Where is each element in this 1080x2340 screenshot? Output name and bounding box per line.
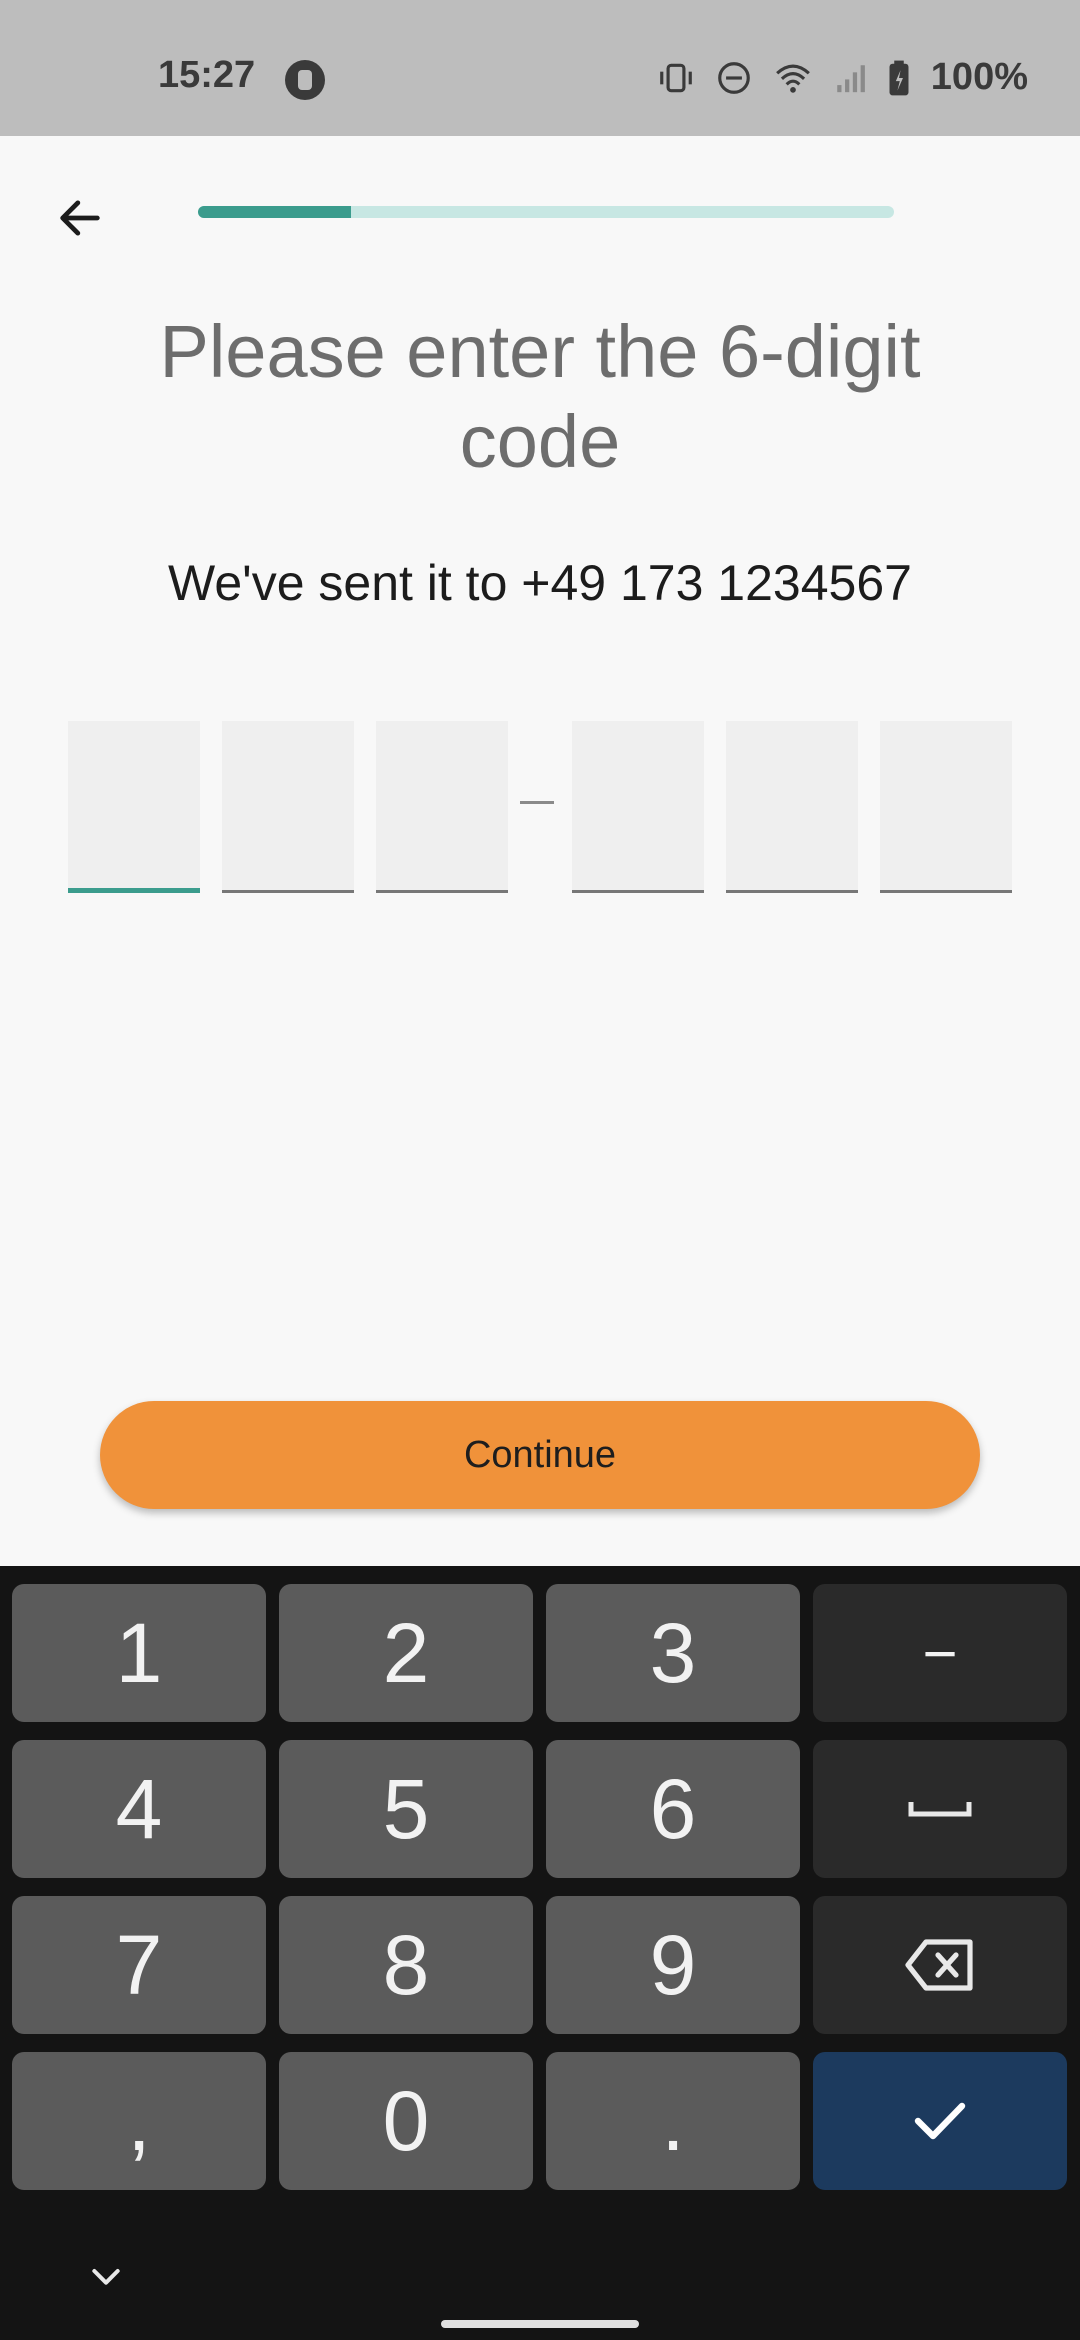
arrow-left-icon [60,200,100,236]
status-time: 15:27 [158,54,256,96]
status-bar: 15:27 100% [0,0,1080,136]
code-digit-6[interactable] [880,721,1012,893]
key-backspace[interactable] [813,1896,1067,2034]
continue-button[interactable]: Continue [100,1401,980,1509]
backspace-icon [905,1939,973,1991]
wifi-icon [773,59,813,97]
code-digit-2[interactable] [222,721,354,893]
space-icon [908,1802,972,1817]
key-1[interactable]: 1 [12,1584,266,1722]
signal-icon [833,59,867,97]
progress-bar [198,206,894,218]
battery-percent: 100% [930,56,1028,98]
app-notification-icon [285,60,325,100]
code-input-group [68,721,1013,896]
status-icons: 100% [657,56,1028,99]
code-digit-1[interactable] [68,721,200,893]
numeric-keyboard: 1 2 3 − 4 5 6 7 8 9 , 0 . [0,1566,1080,2340]
key-minus[interactable]: − [813,1584,1067,1722]
vibrate-icon [657,59,695,97]
key-period[interactable]: . [546,2052,800,2190]
dnd-icon [715,59,753,97]
hide-keyboard-icon[interactable] [86,2256,126,2296]
key-2[interactable]: 2 [279,1584,533,1722]
key-3[interactable]: 3 [546,1584,800,1722]
verification-screen: Please enter the 6-digit code We've sent… [0,136,1080,1566]
key-6[interactable]: 6 [546,1740,800,1878]
gesture-home-bar[interactable] [441,2320,639,2328]
key-5[interactable]: 5 [279,1740,533,1878]
battery-icon [887,59,911,97]
back-button[interactable] [50,188,110,248]
key-comma[interactable]: , [12,2052,266,2190]
sent-to-text: We've sent it to +49 173 1234567 [168,555,912,611]
code-digit-4[interactable] [572,721,704,893]
check-icon [914,2102,966,2140]
code-digit-3[interactable] [376,721,508,893]
key-space[interactable] [813,1740,1067,1878]
code-digit-5[interactable] [726,721,858,893]
page-title: Please enter the 6-digit code [159,310,921,483]
key-0[interactable]: 0 [279,2052,533,2190]
code-separator [520,801,554,804]
key-7[interactable]: 7 [12,1896,266,2034]
key-4[interactable]: 4 [12,1740,266,1878]
key-done[interactable] [813,2052,1067,2190]
key-8[interactable]: 8 [279,1896,533,2034]
key-9[interactable]: 9 [546,1896,800,2034]
progress-fill [198,206,352,218]
